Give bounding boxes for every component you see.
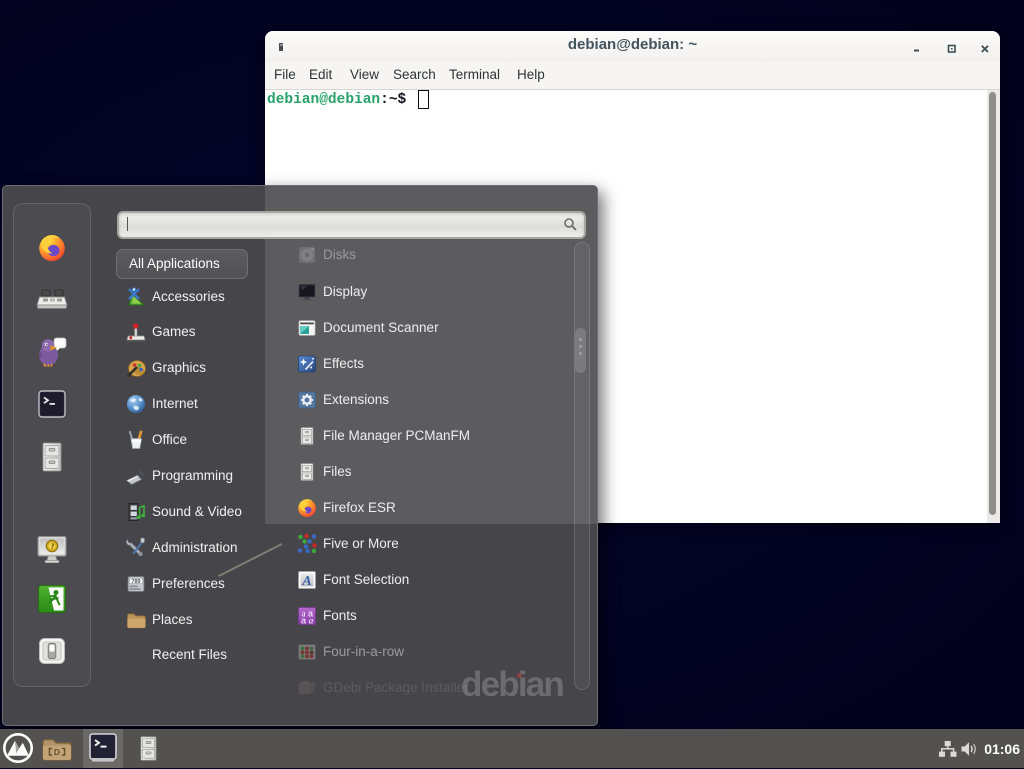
svg-text:D: D xyxy=(54,747,60,757)
svg-text:a: a xyxy=(309,615,314,625)
svg-text:789: 789 xyxy=(131,579,140,585)
svg-text:a: a xyxy=(301,615,306,625)
svg-text:A: A xyxy=(301,574,311,589)
